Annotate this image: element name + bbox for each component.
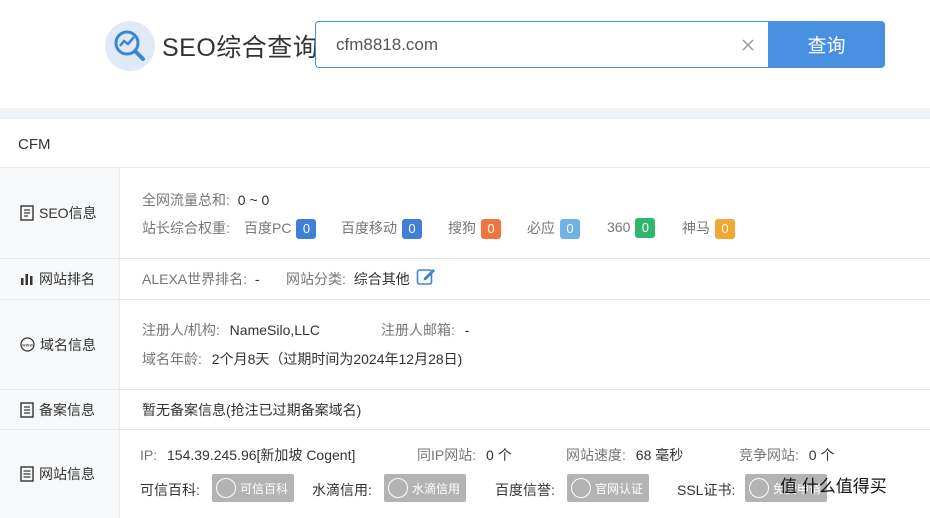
list-icon <box>20 466 34 482</box>
document-icon <box>20 205 34 221</box>
weight-badge: 0 <box>560 219 580 239</box>
domain-info-label: 域名信息 <box>40 336 96 353</box>
weight-label: 站长综合权重: <box>142 220 230 236</box>
site-info-label-cell: 网站信息 <box>0 430 120 518</box>
traffic-value: 0 ~ 0 <box>237 192 270 208</box>
domain-info-row: www 域名信息 注册人/机构: NameSilo,LLC 注册人邮箱: - 域… <box>0 300 930 390</box>
weight-bing[interactable]: 必应 0 <box>527 218 580 239</box>
same-ip-sites[interactable]: 同IP网站: 0 个 <box>417 445 512 465</box>
shuidi-seal[interactable]: 水滴信用 <box>384 474 467 502</box>
alexa-rank: ALEXA世界排名: - <box>142 271 260 287</box>
domain-title-bar: CFM <box>0 119 930 168</box>
weight-shenma[interactable]: 神马 0 <box>682 218 735 239</box>
logo-icon[interactable] <box>105 21 155 71</box>
weight-badge: 0 <box>481 219 501 239</box>
beian-info-label: 备案信息 <box>39 401 95 418</box>
beian-text: 暂无备案信息(抢注已过期备案域名) <box>142 402 362 418</box>
beian-info-row: 备案信息 暂无备案信息(抢注已过期备案域名) <box>0 390 930 430</box>
beian-info-label-cell: 备案信息 <box>0 390 120 429</box>
baidu-credit-label: 百度信誉: <box>495 482 555 498</box>
baidu-credit-seal[interactable]: 官网认证 <box>567 474 650 502</box>
site-speed: 网站速度: 68 毫秒 <box>566 447 684 463</box>
weight-badge: 0 <box>402 219 422 239</box>
search-box <box>315 21 769 68</box>
weight-baidu-mobile[interactable]: 百度移动 0 <box>341 218 422 239</box>
competitor-sites[interactable]: 竞争网站: 0 个 <box>739 445 834 465</box>
edit-icon[interactable] <box>416 266 436 286</box>
seo-info-label: SEO信息 <box>39 205 97 221</box>
ssl-label: SSL证书: <box>677 482 736 498</box>
site-rank-label: 网站排名 <box>39 271 95 287</box>
weight-360[interactable]: 360 0 <box>607 218 656 238</box>
search-input[interactable] <box>336 22 736 67</box>
kexin-seal[interactable]: 可信百科 <box>212 474 295 502</box>
clear-icon[interactable] <box>740 37 756 53</box>
seo-info-label-cell: SEO信息 <box>0 168 120 258</box>
header: SEO综合查询 查询 <box>0 0 930 108</box>
ip-info: IP: 154.39.245.96[新加坡 Cogent] <box>140 447 356 463</box>
weight-line: 站长综合权重: <box>142 218 230 238</box>
paw-icon <box>571 478 591 498</box>
shield-seal-icon <box>216 478 236 498</box>
ssl-lock-icon <box>749 478 769 498</box>
site-category: 网站分类: 综合其他 <box>286 271 410 287</box>
weight-sogou[interactable]: 搜狗 0 <box>448 218 501 239</box>
bar-chart-icon <box>21 274 33 285</box>
seo-info-row: SEO信息 全网流量总和: 0 ~ 0 站长综合权重: 百度PC 0 百度移动 0 … <box>0 168 930 259</box>
weight-baidu-pc[interactable]: 百度PC 0 <box>244 218 317 239</box>
traffic-label: 全网流量总和: <box>142 192 230 208</box>
weight-badge: 0 <box>715 219 735 239</box>
www-globe-icon: www <box>20 337 35 352</box>
registrant: 注册人/机构: NameSilo,LLC <box>142 322 320 338</box>
traffic-line: 全网流量总和: 0 ~ 0 <box>142 190 269 210</box>
weight-badge: 0 <box>296 219 317 239</box>
watermark: 值 什么值得买 <box>780 477 887 496</box>
domain-info-label-cell: www 域名信息 <box>0 300 120 389</box>
site-info-label: 网站信息 <box>39 466 95 482</box>
record-icon <box>20 401 34 418</box>
divider-band <box>0 108 930 119</box>
registrant-email: 注册人邮箱: - <box>381 322 470 338</box>
domain-age: 域名年龄: 2个月8天（过期时间为2024年12月28日) <box>142 351 463 367</box>
kexin-label: 可信百科: <box>140 482 200 498</box>
brand-title: SEO综合查询 <box>162 34 319 62</box>
site-rank-label-cell: 网站排名 <box>0 259 120 299</box>
domain-title: CFM <box>18 136 51 153</box>
search-button[interactable]: 查询 <box>768 21 885 68</box>
shuidi-label: 水滴信用: <box>312 482 372 498</box>
site-rank-row: 网站排名 ALEXA世界排名: - 网站分类: 综合其他 <box>0 259 930 300</box>
svg-text:www: www <box>22 344 33 349</box>
weight-badge: 0 <box>635 218 656 238</box>
water-drop-icon <box>388 478 408 498</box>
